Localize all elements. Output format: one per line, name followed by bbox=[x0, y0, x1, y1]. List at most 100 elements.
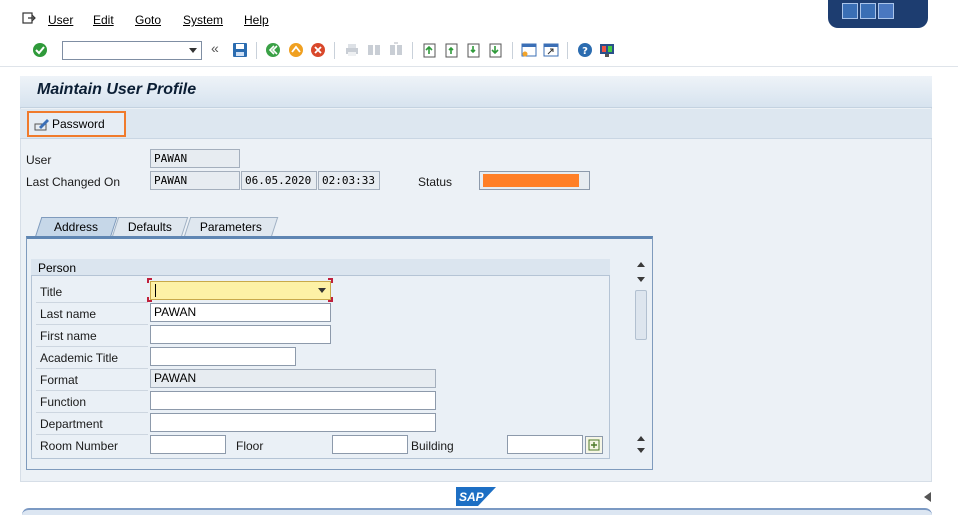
floor-input[interactable] bbox=[332, 435, 408, 454]
svg-text:SAP: SAP bbox=[459, 490, 485, 504]
required-marker bbox=[147, 278, 152, 283]
scroll-up-icon[interactable] bbox=[637, 262, 645, 267]
user-field: PAWAN bbox=[150, 149, 240, 168]
row-divider bbox=[36, 390, 148, 391]
format-field: PAWAN bbox=[150, 369, 436, 388]
first-name-input[interactable] bbox=[150, 325, 331, 344]
last-name-label: Last name bbox=[40, 307, 97, 321]
required-marker bbox=[147, 297, 152, 302]
find-icon bbox=[368, 45, 380, 55]
first-page-icon[interactable] bbox=[422, 42, 438, 58]
scroll-up-icon[interactable] bbox=[637, 436, 645, 441]
menu-bar: User Edit Goto System Help bbox=[0, 0, 958, 36]
scroll-down-icon[interactable] bbox=[637, 448, 645, 453]
department-label: Department bbox=[40, 417, 103, 431]
toolbar-separator bbox=[512, 42, 513, 59]
toolbar-separator bbox=[412, 42, 413, 59]
required-marker bbox=[328, 297, 333, 302]
find-next-icon bbox=[390, 42, 402, 55]
shortcut-icon[interactable] bbox=[543, 42, 559, 58]
department-input[interactable] bbox=[150, 413, 436, 432]
last-page-icon[interactable] bbox=[488, 42, 504, 58]
pencil-icon bbox=[34, 119, 49, 131]
tab-address[interactable]: Address bbox=[34, 217, 118, 238]
previous-page-icon[interactable] bbox=[444, 42, 460, 58]
scroll-down-icon[interactable] bbox=[637, 277, 645, 282]
collapse-statusbar-icon[interactable] bbox=[924, 492, 931, 502]
tab-defaults[interactable]: Defaults bbox=[111, 217, 189, 237]
toolbar-separator bbox=[334, 42, 335, 59]
application-toolbar bbox=[20, 109, 932, 139]
save-icon[interactable] bbox=[232, 42, 248, 58]
collapse-icon[interactable]: « bbox=[211, 40, 219, 56]
academic-title-input[interactable] bbox=[150, 347, 296, 366]
vertical-scrollbar[interactable] bbox=[634, 258, 648, 458]
scroll-thumb[interactable] bbox=[635, 290, 647, 340]
cancel-icon[interactable] bbox=[310, 42, 326, 58]
title-label: Title bbox=[40, 285, 63, 299]
password-button[interactable]: Password bbox=[27, 111, 126, 137]
more-fields-button[interactable] bbox=[585, 436, 603, 454]
last-changed-time-field: 02:03:33 bbox=[318, 171, 380, 190]
row-divider bbox=[36, 412, 148, 413]
row-divider bbox=[36, 368, 148, 369]
function-label: Function bbox=[40, 395, 87, 409]
exit-icon[interactable] bbox=[288, 42, 304, 58]
next-page-icon[interactable] bbox=[466, 42, 482, 58]
last-changed-label: Last Changed On bbox=[26, 175, 121, 189]
title-select[interactable] bbox=[150, 281, 331, 300]
close-icon[interactable] bbox=[878, 3, 894, 19]
chevron-down-icon[interactable] bbox=[189, 48, 197, 53]
expand-icon bbox=[588, 439, 600, 451]
customize-layout-icon[interactable] bbox=[599, 42, 615, 58]
toolbar-separator bbox=[567, 42, 568, 59]
building-input[interactable] bbox=[507, 435, 583, 454]
status-indicator bbox=[479, 171, 590, 190]
tab-parameters[interactable]: Parameters bbox=[183, 217, 279, 237]
row-divider bbox=[36, 434, 148, 435]
minimize-icon[interactable] bbox=[842, 3, 858, 19]
last-changed-by-field: PAWAN bbox=[150, 171, 240, 190]
first-name-label: First name bbox=[40, 329, 97, 343]
building-label: Building bbox=[411, 439, 454, 453]
create-session-icon[interactable] bbox=[521, 42, 537, 58]
last-changed-date-field: 06.05.2020 bbox=[241, 171, 317, 190]
title-bar: Maintain User Profile bbox=[20, 76, 932, 108]
chevron-down-icon[interactable] bbox=[318, 288, 326, 293]
academic-title-label: Academic Title bbox=[40, 351, 119, 365]
status-label: Status bbox=[418, 175, 453, 189]
row-divider bbox=[36, 302, 148, 303]
room-number-label: Room Number bbox=[40, 439, 119, 453]
menu-exit-icon[interactable] bbox=[22, 12, 36, 24]
menu-edit[interactable]: Edit bbox=[93, 13, 114, 27]
enter-icon[interactable] bbox=[32, 42, 48, 58]
user-label: User bbox=[26, 153, 52, 167]
help-icon[interactable]: ? bbox=[577, 42, 593, 58]
person-group-header: Person bbox=[31, 259, 610, 276]
text-cursor bbox=[155, 284, 156, 297]
floor-label: Floor bbox=[236, 439, 264, 453]
format-label: Format bbox=[40, 373, 79, 387]
footer-bar bbox=[22, 508, 932, 515]
row-divider bbox=[36, 346, 148, 347]
last-name-input[interactable]: PAWAN bbox=[150, 303, 331, 322]
function-input[interactable] bbox=[150, 391, 436, 410]
toolbar-separator bbox=[256, 42, 257, 59]
maximize-icon[interactable] bbox=[860, 3, 876, 19]
room-number-input[interactable] bbox=[150, 435, 226, 454]
menu-user[interactable]: User bbox=[48, 13, 73, 27]
status-fill bbox=[483, 174, 579, 187]
command-field[interactable] bbox=[62, 41, 202, 60]
required-marker bbox=[328, 278, 333, 283]
menu-system[interactable]: System bbox=[183, 13, 223, 27]
menu-help[interactable]: Help bbox=[244, 13, 269, 27]
back-icon[interactable] bbox=[265, 42, 281, 58]
print-icon bbox=[346, 44, 358, 56]
password-button-label: Password bbox=[52, 117, 105, 131]
row-divider bbox=[36, 324, 148, 325]
svg-text:?: ? bbox=[582, 46, 588, 57]
menu-goto[interactable]: Goto bbox=[135, 13, 161, 27]
person-group-title: Person bbox=[38, 261, 77, 275]
sap-logo: SAP bbox=[456, 487, 496, 506]
window-controls bbox=[828, 0, 928, 28]
